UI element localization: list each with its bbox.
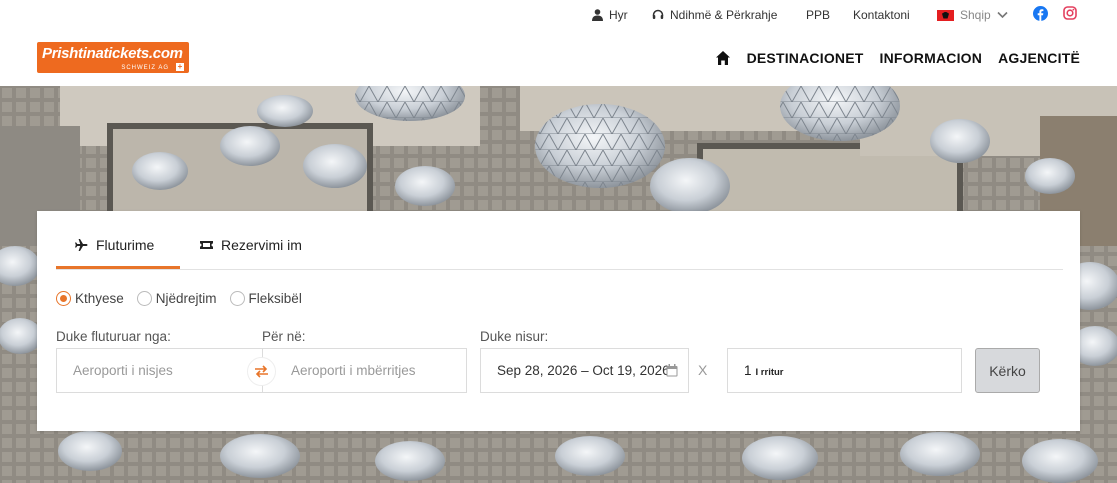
headset-icon (652, 9, 664, 19)
contact-label: Kontaktoni (853, 8, 910, 22)
nav-destinations[interactable]: DESTINACIONET (747, 50, 864, 66)
travel-dates-input[interactable]: Sep 28, 2026 – Oct 19, 2026 (480, 348, 689, 393)
travel-dates-value: Sep 28, 2026 – Oct 19, 2026 (497, 363, 670, 378)
logo-subtext: SCHWEIZ AG (121, 65, 169, 71)
to-label: Për në: (262, 329, 306, 344)
trip-type-flexible-label: Fleksibël (248, 291, 302, 306)
ppb-label: PPB (806, 8, 831, 22)
ticket-icon (200, 241, 213, 249)
login-link[interactable]: Hyr (592, 8, 628, 22)
trip-type-roundtrip-label: Kthyese (75, 291, 124, 306)
airplane-icon (75, 239, 88, 251)
tab-flights-label: Fluturime (96, 237, 155, 253)
origin-airport-input[interactable]: Aeroporti i nisjes (56, 348, 263, 393)
swap-airports-button[interactable] (247, 357, 276, 386)
nav-agencies[interactable]: AGJENCITË (998, 50, 1080, 66)
trip-type-oneway[interactable]: Njëdrejtim (136, 291, 217, 306)
passengers-label: I rritur (755, 366, 784, 378)
calendar-icon (666, 364, 678, 377)
facebook-icon (1033, 6, 1048, 21)
instagram-icon (1063, 6, 1077, 20)
trip-type-group: Kthyese Njëdrejtim Fleksibël (56, 291, 315, 306)
help-link[interactable]: Ndihmë & Përkrahje (652, 8, 777, 22)
albania-flag-icon (937, 9, 954, 21)
help-label: Ndihmë & Përkrahje (670, 8, 778, 22)
search-button[interactable]: Kërko (975, 348, 1040, 393)
logo-text: Prishtinatickets.com (42, 45, 183, 62)
language-selector[interactable]: Shqip (937, 8, 1008, 22)
destination-airport-input[interactable]: Aeroporti i mbërritjes (262, 348, 467, 393)
radio-oneway[interactable] (136, 291, 152, 306)
main-nav: DESTINACIONET INFORMACION AGJENCITË (715, 50, 1080, 66)
search-button-label: Kërko (989, 362, 1026, 379)
passengers-count: 1 (744, 363, 752, 378)
contact-link[interactable]: Kontaktoni (853, 8, 910, 22)
field-separator: X (698, 362, 708, 378)
language-label: Shqip (960, 8, 991, 22)
destination-placeholder: Aeroporti i mbërritjes (291, 363, 416, 378)
trip-type-oneway-label: Njëdrejtim (155, 291, 217, 306)
radio-roundtrip[interactable] (56, 291, 71, 306)
tab-flights[interactable]: Fluturime (75, 237, 154, 253)
swap-arrows-icon (255, 365, 268, 378)
search-tabs: Fluturime Rezervimi im (56, 211, 1063, 270)
origin-placeholder: Aeroporti i nisjes (73, 363, 173, 378)
radio-flexible[interactable] (229, 291, 245, 306)
tab-my-booking-label: Rezervimi im (221, 237, 302, 253)
depart-label: Duke nisur: (480, 329, 549, 344)
tab-my-booking[interactable]: Rezervimi im (200, 237, 302, 253)
home-icon[interactable] (715, 50, 731, 66)
active-tab-indicator (56, 266, 180, 269)
chevron-down-icon (997, 11, 1008, 19)
nav-information[interactable]: INFORMACION (880, 50, 983, 66)
site-header: Prishtinatickets.com SCHWEIZ AG + DESTIN… (0, 30, 1117, 86)
login-label: Hyr (609, 8, 628, 22)
trip-type-roundtrip[interactable]: Kthyese (56, 291, 124, 306)
ppb-link[interactable]: PPB (806, 8, 830, 22)
trip-type-flexible[interactable]: Fleksibël (229, 291, 302, 306)
site-logo[interactable]: Prishtinatickets.com SCHWEIZ AG + (37, 42, 189, 73)
swiss-cross-icon: + (176, 62, 184, 71)
user-icon (592, 9, 603, 21)
facebook-link[interactable] (1033, 6, 1048, 21)
instagram-link[interactable] (1063, 6, 1077, 20)
from-label: Duke fluturuar nga: (56, 329, 171, 344)
top-utility-bar: Hyr Ndihmë & Përkrahje PPB Kontaktoni Sh… (0, 0, 1117, 30)
flight-search-card: Fluturime Rezervimi im Kthyese Njëdrejti… (37, 211, 1080, 431)
passengers-selector[interactable]: 1 I rritur (727, 348, 962, 393)
